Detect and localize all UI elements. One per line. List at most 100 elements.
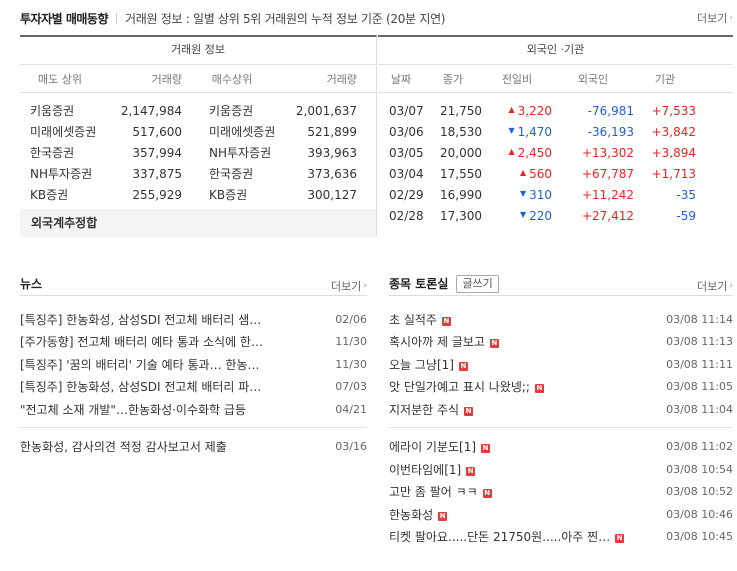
- table-row: 03/06 18,530 ▼ 1,470 -36,193 +3,842: [378, 121, 733, 142]
- list-item: 오늘 그냥[1] N 03/08 11:11: [389, 353, 733, 376]
- item-title[interactable]: 초 실적주 N: [389, 311, 451, 328]
- list-item: 한농화성 N 03/08 10:46: [389, 503, 733, 526]
- list-item: 혹시아까 제 글보고 N 03/08 11:13: [389, 331, 733, 354]
- list-item: 초 실적주 N 03/08 11:14: [389, 308, 733, 331]
- item-date: 11/30: [335, 357, 367, 371]
- new-badge-icon: N: [481, 444, 491, 454]
- institution-net: +1,713: [651, 166, 696, 181]
- change-value: 310: [529, 187, 552, 202]
- chevron-right-icon: ›: [729, 281, 733, 291]
- item-title[interactable]: [특징주] 한농화성, 삼성SDI 전고체 배터리 파…: [20, 378, 305, 395]
- close-price: 16,990: [440, 187, 482, 202]
- item-title[interactable]: 한농화성 N: [389, 506, 448, 523]
- list-item: [특징주] 한농화성, 삼성SDI 전고체 배터리 파… 07/03: [20, 376, 367, 399]
- new-badge-icon: N: [466, 466, 476, 476]
- table-row: 키움증권 2,147,984 키움증권 2,001,637: [20, 100, 376, 121]
- triangle-up-icon: ▲: [508, 105, 515, 114]
- sell-volume: 517,600: [132, 124, 182, 139]
- table-row: NH투자증권 337,875 한국증권 373,636: [20, 163, 376, 184]
- item-title-text: 고만 좀 팔어 ㅋㅋ: [389, 485, 478, 500]
- item-date: 03/08 11:04: [666, 402, 733, 416]
- sell-broker-name[interactable]: 키움증권: [20, 102, 100, 119]
- section-subtitle: 거래원 정보 : 일별 상위 5위 거래원의 누적 정보 기준 (20분 지연): [125, 11, 446, 26]
- more-link-news[interactable]: 더보기 ›: [331, 278, 367, 294]
- triangle-up-icon: ▲: [519, 168, 527, 177]
- foreign-net: +11,242: [581, 187, 634, 202]
- broker-panel-title: 거래원 정보: [20, 37, 376, 65]
- item-date: 03/08 11:05: [666, 380, 733, 394]
- buy-broker-name[interactable]: NH투자증권: [182, 144, 282, 161]
- table-row: 한국증권 357,994 NH투자증권 393,963: [20, 142, 376, 163]
- discussion-board-section: 종목 토론실 글쓰기 더보기 › 초 실적주 N 03/08 11:14 혹시아까 제 …: [389, 272, 733, 548]
- item-title-text: 초 실적주: [389, 312, 437, 327]
- foreign-net: -76,981: [587, 103, 634, 118]
- new-badge-icon: N: [489, 339, 499, 349]
- buy-broker-name[interactable]: KB증권: [182, 186, 282, 203]
- item-date: 03/08 10:52: [666, 485, 733, 499]
- item-date: 02/06: [335, 312, 367, 326]
- item-title[interactable]: 고만 좀 팔어 ㅋㅋ N: [389, 483, 492, 500]
- item-title[interactable]: 앗 단일가예고 표시 나왔넹;; N: [389, 378, 544, 395]
- list-item: [특징주] 한농화성, 삼성SDI 전고체 배터리 샘… 02/06: [20, 308, 367, 331]
- item-title[interactable]: 티켓 팔아요.....단돈 21750원.....아주 찐… N: [389, 528, 625, 545]
- trade-date: 03/04: [389, 166, 424, 181]
- change-value: 3,220: [517, 103, 552, 118]
- item-title-text: [특징주] '꿈의 배터리' 기술 예타 통과… 한농…: [20, 357, 260, 372]
- list-item: 티켓 팔아요.....단돈 21750원.....아주 찐… N 03/08 10:…: [389, 526, 733, 549]
- item-title[interactable]: 오늘 그냥[1] N: [389, 356, 468, 373]
- more-link-board[interactable]: 더보기 ›: [697, 278, 733, 294]
- title-divider: [116, 12, 117, 24]
- item-date: 03/08 11:13: [666, 335, 733, 349]
- item-title-text: 앗 단일가예고 표시 나왔넹;;: [389, 380, 530, 395]
- item-title[interactable]: 한농화성, 감사의견 적정 감사보고서 제출: [20, 438, 305, 455]
- sell-broker-name[interactable]: 한국증권: [20, 144, 100, 161]
- list-item: 한농화성, 감사의견 적정 감사보고서 제출 03/16: [20, 436, 367, 459]
- news-header: 뉴스 더보기 ›: [20, 272, 367, 296]
- buy-broker-name[interactable]: 한국증권: [182, 165, 282, 182]
- table-row: 03/04 17,550 ▲ 560 +67,787 +1,713: [378, 163, 733, 184]
- item-title[interactable]: 지저분한 주식 N: [389, 401, 474, 418]
- board-header: 종목 토론실 글쓰기 더보기 ›: [389, 272, 733, 296]
- more-link-investor[interactable]: 더보기 ›: [697, 10, 733, 26]
- new-badge-icon: N: [534, 384, 544, 394]
- broker-panel: 거래원 정보 매도 상위 거래량 매수상위 거래량 키움증권 2,147,984 키…: [20, 35, 377, 237]
- more-label: 더보기: [331, 280, 362, 293]
- item-title[interactable]: [주가동향] 전고체 배터리 예타 통과 소식에 한…: [20, 333, 305, 350]
- sell-broker-name[interactable]: NH투자증권: [20, 165, 100, 182]
- foreign-total-row: 외국계추정합: [20, 209, 376, 237]
- item-title[interactable]: 혹시아까 제 글보고 N: [389, 333, 499, 350]
- price-change: ▲ 2,450: [482, 146, 552, 160]
- buy-broker-name[interactable]: 키움증권: [182, 102, 282, 119]
- triangle-up-icon: ▲: [508, 147, 515, 156]
- item-date: 03/08 10:46: [666, 507, 733, 521]
- col-institution: 기관: [654, 72, 676, 86]
- item-title-text: "전고체 소재 개발"…한농화성·이수화학 급등: [20, 402, 246, 417]
- sell-volume: 337,875: [132, 166, 182, 181]
- col-change: 전일비: [501, 72, 533, 86]
- item-title[interactable]: "전고체 소재 개발"…한농화성·이수화학 급등: [20, 401, 305, 418]
- foreign-rows: 03/07 21,750 ▲ 3,220 -76,981 +7,533 03/06 18,53…: [378, 93, 733, 226]
- write-post-button[interactable]: 글쓰기: [456, 274, 499, 293]
- item-title[interactable]: 에라이 기분도[1] N: [389, 438, 491, 455]
- sell-broker-name[interactable]: KB증권: [20, 186, 100, 203]
- close-price: 17,550: [440, 166, 482, 181]
- news-list: [특징주] 한농화성, 삼성SDI 전고체 배터리 샘… 02/06 [주가동향] …: [20, 296, 367, 458]
- new-badge-icon: N: [482, 489, 492, 499]
- change-value: 2,450: [517, 145, 552, 160]
- board-items: 초 실적주 N 03/08 11:14 혹시아까 제 글보고 N 03/08 11:13 오…: [389, 308, 733, 421]
- item-title[interactable]: 이번타임에[1] N: [389, 461, 476, 478]
- close-price: 20,000: [440, 145, 482, 160]
- item-title[interactable]: [특징주] 한농화성, 삼성SDI 전고체 배터리 샘…: [20, 311, 305, 328]
- sell-volume: 357,994: [132, 145, 182, 160]
- sell-broker-name[interactable]: 미래에셋증권: [20, 123, 100, 140]
- item-title[interactable]: [특징주] '꿈의 배터리' 기술 예타 통과… 한농…: [20, 356, 305, 373]
- institution-net: -35: [676, 187, 696, 202]
- triangle-down-icon: ▼: [519, 189, 527, 198]
- buy-volume: 393,963: [307, 145, 357, 160]
- item-title-text: 한농화성, 감사의견 적정 감사보고서 제출: [20, 440, 227, 455]
- board-list: 초 실적주 N 03/08 11:14 혹시아까 제 글보고 N 03/08 11:13 오…: [389, 296, 733, 548]
- buy-broker-name[interactable]: 미래에셋증권: [182, 123, 282, 140]
- list-item: 지저분한 주식 N 03/08 11:04: [389, 398, 733, 421]
- new-badge-icon: N: [438, 511, 448, 521]
- list-item: [주가동향] 전고체 배터리 예타 통과 소식에 한… 11/30: [20, 331, 367, 354]
